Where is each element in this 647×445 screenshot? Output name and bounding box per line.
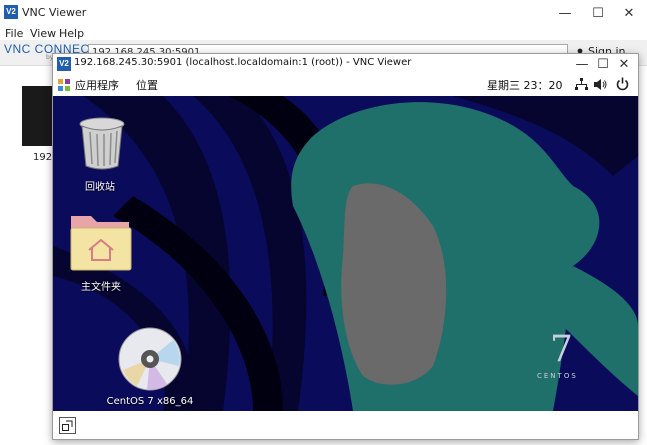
centos-wordmark: CENTOS xyxy=(537,372,578,380)
applications-icon xyxy=(58,79,70,91)
dvd-icon[interactable] xyxy=(117,326,183,392)
outer-titlebar: V2 VNC Viewer — ☐ ✕ xyxy=(0,0,647,24)
menu-file[interactable]: File xyxy=(5,27,23,40)
desktop[interactable]: 回收站 主文件夹 CentOS 7 x86_64 7 CENTOS xyxy=(53,96,638,411)
home-folder-label: 主文件夹 xyxy=(81,282,121,293)
outer-window-title: VNC Viewer xyxy=(22,6,87,19)
fit-window-icon[interactable] xyxy=(59,417,76,434)
inner-bottom-bar xyxy=(53,411,638,439)
gnome-top-bar: 应用程序 位置 星期三 23：20 xyxy=(53,74,638,96)
clock[interactable]: 星期三 23：20 xyxy=(487,77,563,93)
applications-menu[interactable]: 应用程序 xyxy=(75,77,119,93)
inner-close-button[interactable]: ✕ xyxy=(611,53,637,75)
menu-help[interactable]: Help xyxy=(59,27,84,40)
inner-window-title: 192.168.245.30:5901 (localhost.localdoma… xyxy=(74,57,412,68)
centos-version-mark: 7 xyxy=(550,329,573,370)
volume-icon[interactable] xyxy=(594,78,608,94)
menu-view[interactable]: View xyxy=(30,27,56,40)
outer-minimize-button[interactable]: — xyxy=(548,2,582,24)
dvd-label: CentOS 7 x86_64 xyxy=(106,396,194,407)
home-folder-icon[interactable] xyxy=(69,210,133,272)
trash-label: 回收站 xyxy=(85,182,115,193)
places-menu[interactable]: 位置 xyxy=(136,77,158,93)
outer-maximize-button[interactable]: ☐ xyxy=(581,2,615,24)
vnc-logo-icon: V2 xyxy=(57,57,71,71)
vnc-logo-icon: V2 xyxy=(4,5,18,19)
network-icon[interactable] xyxy=(575,78,588,94)
trash-icon[interactable] xyxy=(77,116,127,172)
vnc-session-window: V2 192.168.245.30:5901 (localhost.locald… xyxy=(52,53,639,440)
vnc-viewer-window: V2 VNC Viewer — ☐ ✕ File View Help VNC C… xyxy=(0,0,647,445)
outer-close-button[interactable]: ✕ xyxy=(612,2,646,24)
inner-titlebar: V2 192.168.245.30:5901 (localhost.locald… xyxy=(53,54,638,74)
power-icon[interactable] xyxy=(616,77,629,94)
